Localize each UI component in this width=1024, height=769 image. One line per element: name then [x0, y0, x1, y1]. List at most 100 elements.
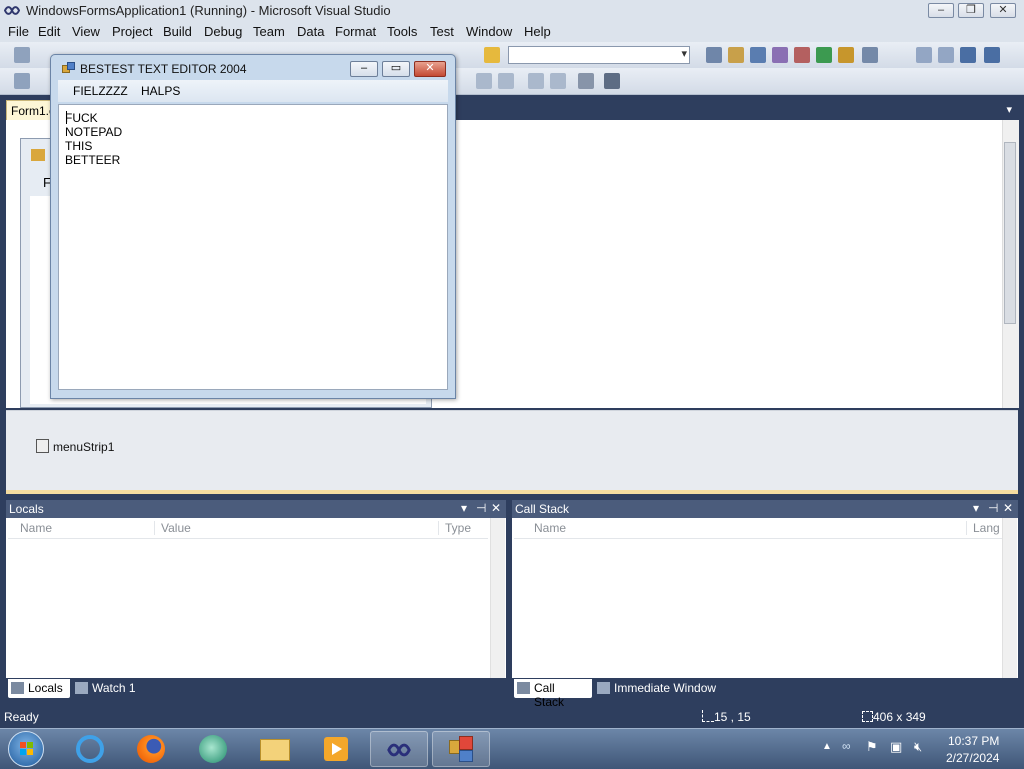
- app-title: BESTEST TEXT EDITOR 2004: [80, 62, 247, 76]
- designer-scroll-thumb[interactable]: [1004, 142, 1016, 324]
- vs-tray-icon[interactable]: ∞: [842, 739, 851, 753]
- toolbox-icon[interactable]: [794, 47, 810, 63]
- locals-column-header: Name Value Type: [8, 518, 488, 539]
- taskbar-firefox[interactable]: [122, 731, 180, 767]
- solution-config-combo[interactable]: [508, 46, 690, 64]
- close-icon[interactable]: ✕: [1003, 501, 1013, 515]
- restore-button[interactable]: ❐: [958, 3, 984, 18]
- continue-icon[interactable]: [916, 47, 932, 63]
- order-icon[interactable]: [604, 73, 620, 89]
- tab-call-stack[interactable]: Call Stack: [514, 679, 592, 709]
- menu-format[interactable]: Format: [335, 24, 376, 39]
- tray-menustrip[interactable]: menuStrip1: [36, 439, 114, 454]
- clock-time[interactable]: 10:37 PM: [948, 734, 999, 748]
- menu-edit[interactable]: Edit: [38, 24, 60, 39]
- locals-icon: [11, 682, 24, 694]
- status-bar: Ready 15 , 15 406 x 349: [0, 706, 1024, 728]
- column-value[interactable]: Value: [154, 521, 191, 535]
- properties-icon[interactable]: [750, 47, 766, 63]
- immediate-window-icon: [597, 682, 610, 694]
- tab-locals-label: Locals: [28, 681, 63, 695]
- taskbar-media-player[interactable]: [308, 731, 366, 767]
- menu-debug[interactable]: Debug: [204, 24, 242, 39]
- volume-muted-icon[interactable]: 🔇︎: [914, 739, 922, 755]
- action-center-flag-icon[interactable]: ⚑: [866, 739, 878, 755]
- solution-explorer-icon[interactable]: [728, 47, 744, 63]
- position-value: 15 , 15: [714, 710, 751, 724]
- call-stack-title: Call Stack: [515, 502, 570, 516]
- class-view-icon[interactable]: [838, 47, 854, 63]
- column-language[interactable]: Lang: [966, 521, 1000, 535]
- taskbar-explorer[interactable]: [246, 731, 304, 767]
- start-page-icon[interactable]: [816, 47, 832, 63]
- start-button[interactable]: [8, 731, 44, 767]
- command-window-icon[interactable]: [862, 47, 878, 63]
- size-icon: [862, 711, 873, 722]
- new-project-icon[interactable]: [14, 47, 30, 63]
- call-stack-scrollbar[interactable]: [1002, 518, 1017, 678]
- column-type[interactable]: Type: [438, 521, 471, 535]
- menu-tools[interactable]: Tools: [387, 24, 417, 39]
- taskbar-ie[interactable]: [62, 731, 120, 767]
- menustrip-icon: [36, 439, 49, 453]
- app-menu-file[interactable]: FIELZZZZ: [73, 84, 128, 98]
- object-browser-icon[interactable]: [772, 47, 788, 63]
- taskbar-visual-studio[interactable]: [370, 731, 428, 767]
- open-file-icon[interactable]: [484, 47, 500, 63]
- restart-icon[interactable]: [984, 47, 1000, 63]
- dropdown-icon[interactable]: ▾: [973, 501, 979, 515]
- app-menu-help[interactable]: HALPS: [141, 84, 180, 98]
- locals-scrollbar[interactable]: [490, 518, 505, 678]
- tab-immediate-window[interactable]: Immediate Window: [594, 679, 726, 698]
- menu-build[interactable]: Build: [163, 24, 192, 39]
- align-grid-icon[interactable]: [14, 73, 30, 89]
- status-text: Ready: [4, 710, 39, 724]
- minimize-button[interactable]: –: [928, 3, 954, 18]
- menu-help[interactable]: Help: [524, 24, 551, 39]
- column-name[interactable]: Name: [534, 521, 566, 535]
- watch-icon: [75, 682, 88, 694]
- menu-window[interactable]: Window: [466, 24, 512, 39]
- clock-date[interactable]: 2/27/2024: [946, 751, 999, 765]
- center-horizontally-icon[interactable]: [578, 73, 594, 89]
- menu-view[interactable]: View: [72, 24, 100, 39]
- stop-debugging-icon[interactable]: [960, 47, 976, 63]
- menu-team[interactable]: Team: [253, 24, 285, 39]
- chevron-down-icon[interactable]: ▾: [1006, 103, 1012, 116]
- close-button[interactable]: ✕: [990, 3, 1016, 18]
- menu-test[interactable]: Test: [430, 24, 454, 39]
- app-maximize-button[interactable]: ▭: [382, 61, 410, 77]
- close-icon[interactable]: ✕: [491, 501, 501, 515]
- tab-watch1[interactable]: Watch 1: [72, 679, 142, 698]
- make-same-size-icon[interactable]: [476, 73, 492, 89]
- menu-data[interactable]: Data: [297, 24, 324, 39]
- menu-project[interactable]: Project: [112, 24, 152, 39]
- taskbar-app-green[interactable]: [184, 731, 242, 767]
- green-app-icon: [199, 735, 227, 763]
- internet-explorer-icon: [76, 735, 104, 763]
- dropdown-icon[interactable]: ▾: [461, 501, 467, 515]
- app-text-area[interactable]: FUCK NOTEPAD THIS BETTEER: [58, 104, 448, 390]
- pin-icon[interactable]: ⊣: [476, 501, 486, 515]
- app-minimize-button[interactable]: –: [350, 61, 378, 77]
- form-icon: [31, 149, 45, 161]
- find-icon[interactable]: [706, 47, 722, 63]
- pin-icon[interactable]: ⊣: [988, 501, 998, 515]
- size-to-grid-icon[interactable]: [498, 73, 514, 89]
- vs-title-bar: WindowsFormsApplication1 (Running) - Mic…: [0, 0, 1024, 23]
- break-all-icon[interactable]: [938, 47, 954, 63]
- call-stack-icon: [517, 682, 530, 694]
- call-stack-header: Call Stack ▾ ⊣ ✕: [512, 500, 1018, 518]
- app-text-content: FUCK NOTEPAD THIS BETTEER: [65, 111, 123, 167]
- horizontal-spacing-icon[interactable]: [528, 73, 544, 89]
- network-icon[interactable]: ▣: [890, 739, 902, 755]
- menu-file[interactable]: File: [8, 24, 29, 39]
- vertical-spacing-icon[interactable]: [550, 73, 566, 89]
- call-stack-column-header: Name Lang: [514, 518, 1002, 539]
- show-hidden-icons-icon[interactable]: ▲: [822, 741, 832, 752]
- column-name[interactable]: Name: [20, 521, 52, 535]
- size-value: 406 x 349: [873, 710, 926, 724]
- app-close-button[interactable]: ✕: [414, 61, 446, 77]
- tab-locals[interactable]: Locals: [8, 679, 70, 698]
- taskbar-running-app[interactable]: [432, 731, 490, 767]
